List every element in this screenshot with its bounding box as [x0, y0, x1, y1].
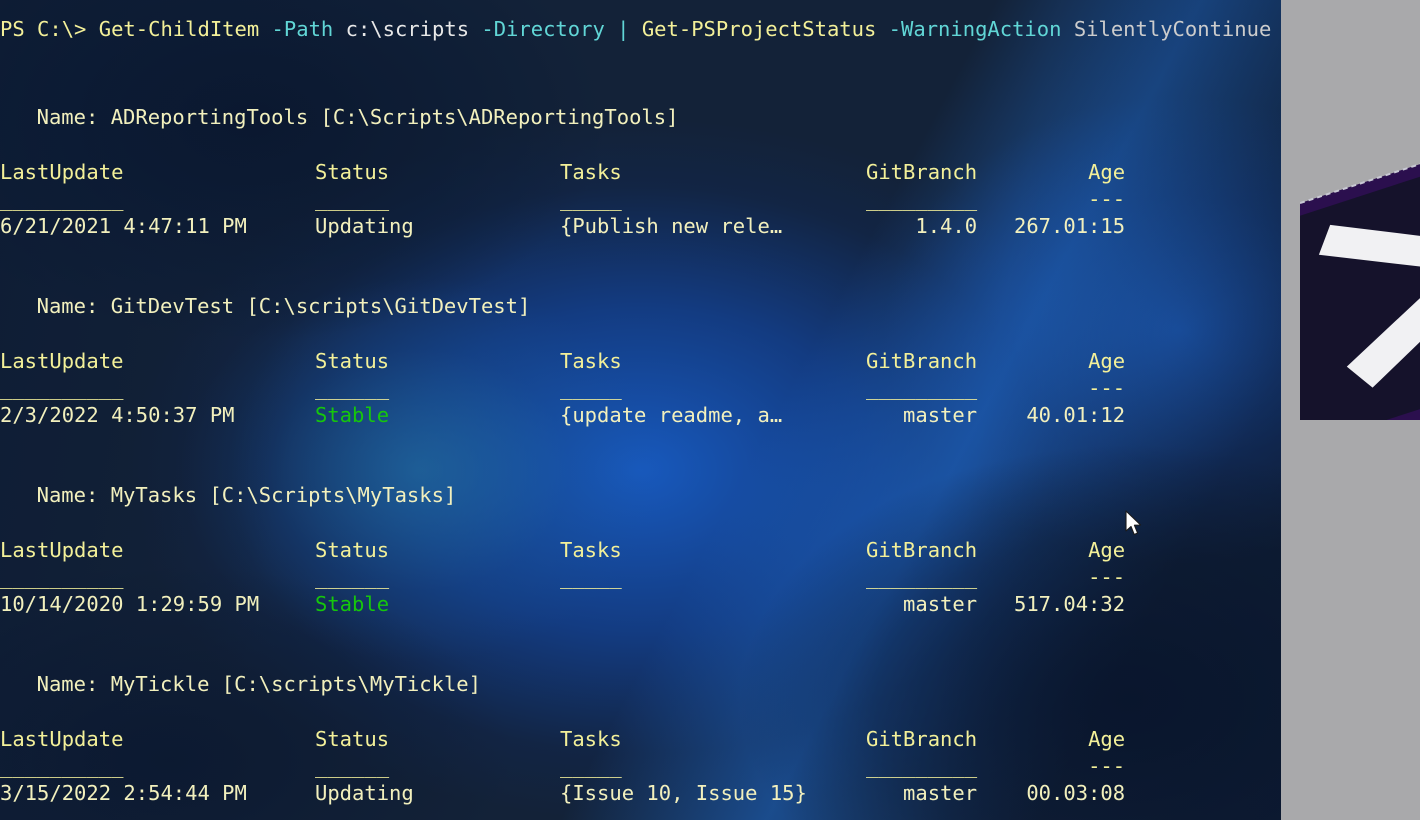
cell-age-gitdevtest: 40.01:12	[1026, 403, 1126, 427]
group-path-close: ]	[443, 483, 457, 507]
cell-gitbranch-mytickle: master	[903, 781, 978, 805]
status-badge-mytasks: Stable	[315, 592, 390, 616]
group-header-mytasks: Name: MyTasks [C:\Scripts\MyTasks]	[37, 473, 457, 518]
cell-age-mytickle: 00.03:08	[1026, 781, 1126, 805]
cell-lastupdate-mytasks: 10/14/2020 1:29:59 PM	[0, 592, 260, 616]
screen: Name: ADReportingTools [C:\Scripts\ADRep…	[0, 0, 1420, 820]
group-path-close: ]	[666, 105, 679, 129]
group-name-label: Name:	[36, 294, 111, 318]
cell-age-adreportingtools: 267.01:15	[1014, 214, 1126, 238]
command-prompt-line[interactable]: PS C:\> Get-ChildItem -Path c:\scripts -…	[0, 14, 1271, 44]
command-token-2: c:\scripts	[345, 17, 482, 41]
cell-lastupdate-adreportingtools: 6/21/2021 4:47:11 PM	[0, 214, 247, 238]
cell-gitbranch-gitdevtest: master	[903, 403, 978, 427]
cell-tasks-gitdevtest: {update readme, a…	[560, 403, 783, 427]
group-name-label: Name:	[36, 483, 111, 507]
command-token-4: |	[617, 17, 642, 41]
group-header-gitdevtest: Name: GitDevTest [C:\scripts\GitDevTest]	[37, 284, 531, 329]
group-path-open: [	[197, 483, 222, 507]
group-project-name: MyTasks	[110, 483, 198, 507]
command-token-6: -WarningAction	[888, 17, 1074, 41]
group-name-label: Name:	[36, 105, 111, 129]
group-project-name: ADReportingTools	[110, 105, 309, 129]
command-token-5: Get-PSProjectStatus	[641, 17, 889, 41]
cell-age-mytasks: 517.04:32	[1014, 592, 1126, 616]
group-project-path: C:\scripts\GitDevTest	[258, 294, 518, 318]
cell-tasks-adreportingtools: {Publish new rele…	[560, 214, 783, 238]
cell-lastupdate-gitdevtest: 2/3/2022 4:50:37 PM	[0, 403, 235, 427]
group-project-name: GitDevTest	[110, 294, 235, 318]
group-header-mytickle: Name: MyTickle [C:\scripts\MyTickle]	[37, 662, 481, 707]
group-project-path: C:\scripts\MyTickle	[234, 672, 469, 696]
cell-gitbranch-adreportingtools: 1.4.0	[915, 214, 978, 238]
group-name-label: Name:	[36, 672, 111, 696]
group-project-name: MyTickle	[110, 672, 210, 696]
powershell-terminal-window[interactable]: Name: ADReportingTools [C:\Scripts\ADRep…	[0, 0, 1281, 820]
group-path-close: ]	[468, 672, 481, 696]
cell-lastupdate-mytickle: 3/15/2022 2:54:44 PM	[0, 781, 247, 805]
command-token-7: SilentlyContinue	[1073, 17, 1272, 41]
group-project-path: C:\Scripts\MyTasks	[221, 483, 444, 507]
cell-tasks-mytasks	[560, 582, 780, 627]
group-path-close: ]	[517, 294, 531, 318]
cell-gitbranch-mytasks: master	[903, 592, 978, 616]
group-header-adreportingtools: Name: ADReportingTools [C:\Scripts\ADRep…	[37, 95, 679, 140]
cell-tasks-mytickle: {Issue 10, Issue 15}	[560, 781, 807, 805]
command-token-0: Get-ChildItem	[98, 17, 272, 41]
powershell-logo	[1300, 141, 1420, 420]
group-project-path: C:\Scripts\ADReportingTools	[332, 105, 667, 129]
status-badge-mytickle: Updating	[315, 781, 414, 805]
group-path-open: [	[209, 672, 235, 696]
command-token-1: -Path	[271, 17, 346, 41]
prompt-prefix: PS C:\>	[0, 17, 99, 41]
group-path-open: [	[234, 294, 259, 318]
console-output[interactable]: Name: ADReportingTools [C:\Scripts\ADRep…	[0, 0, 1281, 820]
status-badge-gitdevtest: Stable	[315, 403, 390, 427]
command-token-3: -Directory	[481, 17, 618, 41]
group-path-open: [	[308, 105, 333, 129]
status-badge-adreportingtools: Updating	[315, 214, 414, 238]
